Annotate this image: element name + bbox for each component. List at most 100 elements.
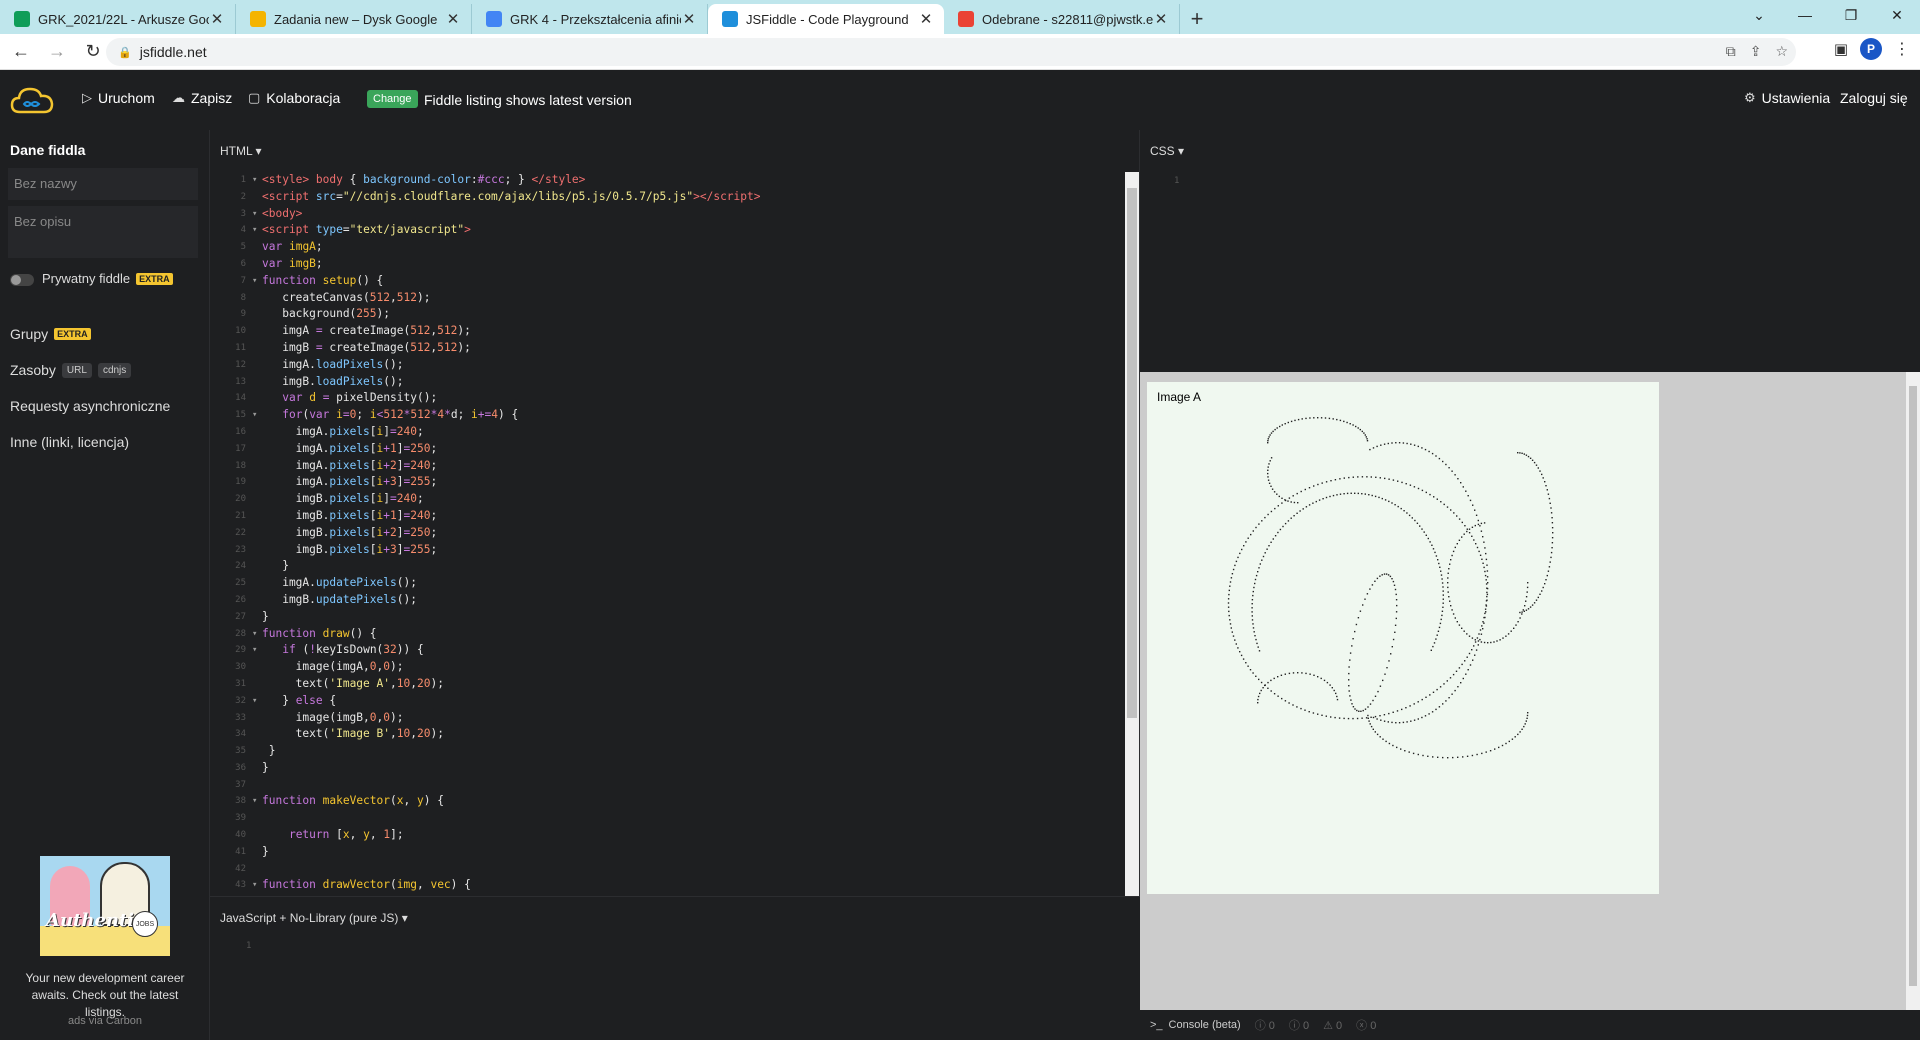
fold-arrow-icon[interactable]: ▾ <box>252 222 262 239</box>
close-window-icon[interactable]: ✕ <box>1874 0 1920 30</box>
code-line[interactable]: 42 <box>210 861 1120 878</box>
code-line[interactable]: 4 ▾ <script type="text/javascript"> <box>210 222 1120 239</box>
fold-arrow-icon[interactable]: ▾ <box>252 172 262 189</box>
profile-avatar[interactable]: P <box>1860 38 1882 60</box>
fold-arrow-icon[interactable] <box>252 609 262 626</box>
fold-arrow-icon[interactable] <box>252 542 262 559</box>
fold-arrow-icon[interactable] <box>252 290 262 307</box>
fold-arrow-icon[interactable]: ▾ <box>252 877 262 894</box>
sidebar-item-resources[interactable]: Zasoby URL cdnjs <box>10 362 132 378</box>
scrollbar-thumb[interactable] <box>1127 188 1137 718</box>
code-line[interactable]: 28 ▾ function draw() { <box>210 626 1120 643</box>
browser-tab[interactable]: JSFiddle - Code Playground ✕ <box>708 4 944 34</box>
sidebar-item-groups[interactable]: Grupy EXTRA <box>10 326 91 342</box>
code-line[interactable]: 24 } <box>210 558 1120 575</box>
code-line[interactable]: 21 imgB.pixels[i+1]=240; <box>210 508 1120 525</box>
sidepanel-icon[interactable]: ▣ <box>1834 40 1848 58</box>
ad-text[interactable]: Your new development career awaits. Chec… <box>10 970 200 1021</box>
fold-arrow-icon[interactable] <box>252 424 262 441</box>
bookmark-star-icon[interactable]: ☆ <box>1775 43 1788 60</box>
code-line[interactable]: 17 imgA.pixels[i+1]=250; <box>210 441 1120 458</box>
code-line[interactable]: 36} <box>210 760 1120 777</box>
browser-tab[interactable]: Zadania new – Dysk Google ✕ <box>236 4 472 34</box>
js-panel-label[interactable]: JavaScript + No-Library (pure JS) ▾ <box>220 911 408 925</box>
code-line[interactable]: 25 imgA.updatePixels(); <box>210 575 1120 592</box>
fold-arrow-icon[interactable]: ▾ <box>252 626 262 643</box>
code-line[interactable]: 11 imgB = createImage(512,512); <box>210 340 1120 357</box>
sidebar-item-other[interactable]: Inne (linki, licencja) <box>10 434 129 450</box>
code-line[interactable]: 8 createCanvas(512,512); <box>210 290 1120 307</box>
code-line[interactable]: 30 image(imgA,0,0); <box>210 659 1120 676</box>
code-line[interactable]: 20 imgB.pixels[i]=240; <box>210 491 1120 508</box>
fold-arrow-icon[interactable] <box>252 458 262 475</box>
code-line[interactable]: 33 image(imgB,0,0); <box>210 710 1120 727</box>
fold-arrow-icon[interactable] <box>252 760 262 777</box>
result-scrollbar[interactable] <box>1906 372 1920 1010</box>
reload-icon[interactable]: ↻ <box>78 37 108 67</box>
fold-arrow-icon[interactable] <box>252 659 262 676</box>
code-line[interactable]: 26 imgB.updatePixels(); <box>210 592 1120 609</box>
fold-arrow-icon[interactable] <box>252 306 262 323</box>
ad-via-carbon[interactable]: ads via Carbon <box>10 1015 200 1027</box>
menu-kebab-icon[interactable]: ⋮ <box>1894 39 1910 59</box>
translate-icon[interactable]: ⧉ <box>1726 43 1736 60</box>
fold-arrow-icon[interactable]: ▾ <box>252 642 262 659</box>
fold-arrow-icon[interactable] <box>252 558 262 575</box>
fold-arrow-icon[interactable] <box>252 323 262 340</box>
close-tab-icon[interactable]: ✕ <box>445 10 461 28</box>
fold-arrow-icon[interactable] <box>252 340 262 357</box>
code-line[interactable]: 37 <box>210 777 1120 794</box>
code-line[interactable]: 29 ▾ if (!keyIsDown(32)) { <box>210 642 1120 659</box>
code-line[interactable]: 16 imgA.pixels[i]=240; <box>210 424 1120 441</box>
code-line[interactable]: 10 imgA = createImage(512,512); <box>210 323 1120 340</box>
code-line[interactable]: 12 imgA.loadPixels(); <box>210 357 1120 374</box>
code-line[interactable]: 1 ▾ <style> body { background-color:#ccc; … <box>210 172 1120 189</box>
fold-arrow-icon[interactable] <box>252 491 262 508</box>
fold-arrow-icon[interactable] <box>252 743 262 760</box>
fold-arrow-icon[interactable]: ▾ <box>252 407 262 424</box>
code-line[interactable]: 41} <box>210 844 1120 861</box>
url-field[interactable]: 🔒 jsfiddle.net ⧉ ⇪ ☆ <box>106 38 1796 66</box>
fold-arrow-icon[interactable] <box>252 726 262 743</box>
close-tab-icon[interactable]: ✕ <box>681 10 697 28</box>
fold-arrow-icon[interactable] <box>252 592 262 609</box>
code-line[interactable]: 14 var d = pixelDensity(); <box>210 390 1120 407</box>
fiddle-description-input[interactable]: Bez opisu <box>8 206 198 258</box>
fold-arrow-icon[interactable] <box>252 575 262 592</box>
fold-arrow-icon[interactable] <box>252 525 262 542</box>
fold-arrow-icon[interactable] <box>252 390 262 407</box>
code-line[interactable]: 15 ▾ for(var i=0; i<512*512*4*d; i+=4) { <box>210 407 1120 424</box>
code-line[interactable]: 9 background(255); <box>210 306 1120 323</box>
code-line[interactable]: 5 var imgA; <box>210 239 1120 256</box>
fold-arrow-icon[interactable] <box>252 861 262 878</box>
close-tab-icon[interactable]: ✕ <box>209 10 225 28</box>
fold-arrow-icon[interactable] <box>252 508 262 525</box>
fold-arrow-icon[interactable]: ▾ <box>252 273 262 290</box>
code-line[interactable]: 27} <box>210 609 1120 626</box>
js-editor-panel[interactable]: JavaScript + No-Library (pure JS) ▾ 1 <box>210 896 1140 1040</box>
fold-arrow-icon[interactable]: ▾ <box>252 693 262 710</box>
browser-tab[interactable]: Odebrane - s22811@pjwstk.edu ✕ <box>944 4 1180 34</box>
fold-arrow-icon[interactable]: ▾ <box>252 206 262 223</box>
code-line[interactable]: 2 <script src="//cdnjs.cloudflare.com/aja… <box>210 189 1120 206</box>
fold-arrow-icon[interactable] <box>252 189 262 206</box>
save-button[interactable]: ☁ Zapisz <box>172 90 232 106</box>
code-line[interactable]: 7 ▾ function setup() { <box>210 273 1120 290</box>
fold-arrow-icon[interactable] <box>252 810 262 827</box>
console-bar[interactable]: >_ Console (beta) ⓘ 0 ⓘ 0 ⚠ 0 ⓧ 0 <box>1140 1010 1920 1040</box>
code-line[interactable]: 40 return [x, y, 1]; <box>210 827 1120 844</box>
collaborate-button[interactable]: ▢ Kolaboracja <box>248 90 340 106</box>
fold-arrow-icon[interactable] <box>252 827 262 844</box>
editor-scrollbar[interactable] <box>1125 172 1139 896</box>
fold-arrow-icon[interactable] <box>252 239 262 256</box>
minimize-icon[interactable]: — <box>1782 0 1828 30</box>
css-panel-label[interactable]: CSS ▾ <box>1150 144 1184 158</box>
code-line[interactable]: 35 } <box>210 743 1120 760</box>
jsfiddle-logo-icon[interactable] <box>10 84 54 116</box>
code-line[interactable]: 13 imgB.loadPixels(); <box>210 374 1120 391</box>
html-panel-label[interactable]: HTML ▾ <box>220 144 262 158</box>
back-icon[interactable]: ← <box>6 37 36 67</box>
browser-tab[interactable]: GRK 4 - Przekształcenia afiniczne✕ <box>472 4 708 34</box>
fold-arrow-icon[interactable]: ▾ <box>252 793 262 810</box>
sidebar-item-async[interactable]: Requesty asynchroniczne <box>10 398 170 414</box>
